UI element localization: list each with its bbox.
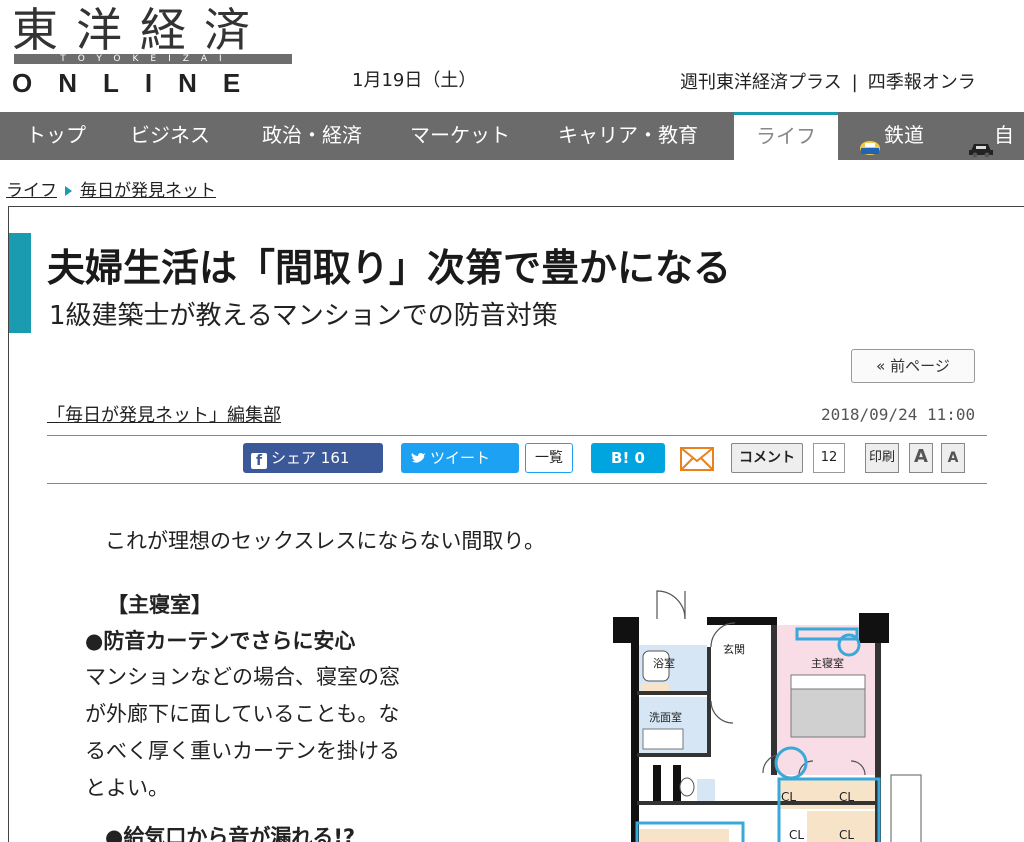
current-date: 1月19日（土） — [352, 70, 477, 91]
article-subtitle: 1級建築士が教えるマンションでの防音対策 — [49, 301, 558, 331]
breadcrumb: ライフ 毎日が発見ネット — [6, 176, 216, 201]
article-title: 夫婦生活は「間取り」次第で豊かになる — [47, 246, 732, 290]
nav-item-market[interactable]: マーケット — [410, 112, 510, 160]
body-line: マンションなどの場合、寝室の窓 — [85, 665, 400, 689]
hatena-label: B! — [611, 449, 630, 467]
floor-label-bath: 浴室 — [653, 656, 675, 670]
body-line: とよい。 — [85, 776, 169, 800]
train-icon — [858, 128, 882, 155]
facebook-icon: f — [251, 453, 267, 469]
floor-label-closet: CL — [839, 828, 854, 842]
tweet-label: ツイート — [430, 449, 491, 467]
link-weekly-toyokeizai-plus[interactable]: 週刊東洋経済プラス — [680, 68, 842, 94]
twitter-bird-icon — [411, 446, 427, 476]
body-line: が外廊下に面していることも。な — [85, 702, 400, 726]
nav-item-career-education[interactable]: キャリア・教育 — [558, 112, 698, 160]
link-shikiho-online[interactable]: 四季報オンラ — [868, 68, 976, 94]
body-line: るべく厚く重いカーテンを掛ける — [85, 739, 400, 763]
article-author[interactable]: 「毎日が発見ネット」編集部 — [47, 401, 281, 427]
article-lead: これが理想のセックスレスにならない間取り。 — [105, 529, 545, 553]
mail-icon[interactable] — [679, 443, 715, 473]
divider-top — [47, 435, 987, 436]
logo-online: ONLINE — [12, 68, 267, 98]
floor-label-entrance: 玄関 — [723, 642, 745, 656]
site-header: 東洋経済 TOYOKEIZAI ONLINE 1月19日（土） 週刊東洋経済プラ… — [0, 0, 1024, 110]
floor-label-closet: CL — [781, 790, 796, 804]
prev-page-button[interactable]: « 前ページ — [851, 349, 975, 383]
nav-item-railway[interactable]: 鉄道 — [858, 112, 924, 160]
sub-heading-vent: ●給気口から音が漏れる!? — [105, 825, 356, 842]
main-nav: トップ ビジネス 政治・経済 マーケット キャリア・教育 ライフ 鉄道 自 — [0, 112, 1024, 160]
divider-bottom — [47, 483, 987, 484]
hatena-count: 0 — [634, 449, 645, 467]
font-size-small-button[interactable]: A — [941, 443, 965, 473]
nav-item-top[interactable]: トップ — [26, 112, 86, 160]
comment-button[interactable]: コメント — [731, 443, 803, 473]
nav-item-life[interactable]: ライフ — [734, 112, 838, 160]
site-logo[interactable]: 東洋経済 TOYOKEIZAI ONLINE — [8, 0, 298, 100]
comment-count: 12 — [813, 443, 845, 473]
floor-label-closet: CL — [839, 790, 854, 804]
tweet-button[interactable]: ツイート — [401, 443, 519, 473]
article-timestamp: 2018/09/24 11:00 — [821, 405, 976, 424]
font-size-large-button[interactable]: A — [909, 443, 933, 473]
nav-item-auto-label: 自 — [994, 123, 1014, 147]
breadcrumb-life[interactable]: ライフ — [6, 181, 57, 201]
hatena-bookmark-button[interactable]: B! 0 — [591, 443, 665, 473]
print-button[interactable]: 印刷 — [865, 443, 899, 473]
section-heading-master-bedroom: 【主寝室】 — [107, 593, 212, 617]
car-icon — [968, 128, 993, 157]
floor-label-master-bedroom: 主寝室 — [811, 656, 844, 670]
header-links: 週刊東洋経済プラス | 四季報オンラ — [680, 68, 976, 94]
tweet-list-link[interactable]: 一覧 — [525, 443, 573, 473]
logo-kanji: 東洋経済 — [12, 3, 268, 57]
nav-item-railway-label: 鉄道 — [884, 123, 924, 147]
logo-roman: TOYOKEIZAI — [60, 54, 234, 64]
breadcrumb-mainichi[interactable]: 毎日が発見ネット — [80, 181, 216, 201]
link-separator: | — [851, 72, 858, 93]
breadcrumb-arrow-icon — [65, 186, 72, 196]
facebook-share-label: シェア — [271, 449, 317, 467]
article-body: マンションなどの場合、寝室の窓 が外廊下に面していることも。な るべく厚く重いカ… — [85, 659, 495, 807]
floor-plan-image: 浴室 玄関 主寝室 洗面室 CL CL CL CL — [613, 589, 923, 842]
nav-item-auto[interactable]: 自 — [968, 112, 1014, 160]
floor-label-washroom: 洗面室 — [649, 710, 682, 724]
facebook-share-count: 161 — [320, 449, 350, 467]
title-accent-bar — [9, 233, 31, 333]
nav-item-politics-economy[interactable]: 政治・経済 — [262, 112, 362, 160]
facebook-share-button[interactable]: f シェア 161 — [243, 443, 383, 473]
article-container: 夫婦生活は「間取り」次第で豊かになる 1級建築士が教えるマンションでの防音対策 … — [8, 206, 1024, 842]
nav-item-business[interactable]: ビジネス — [130, 112, 210, 160]
sub-heading-curtain: ●防音カーテンでさらに安心 — [85, 629, 356, 653]
floor-label-closet: CL — [789, 828, 804, 842]
